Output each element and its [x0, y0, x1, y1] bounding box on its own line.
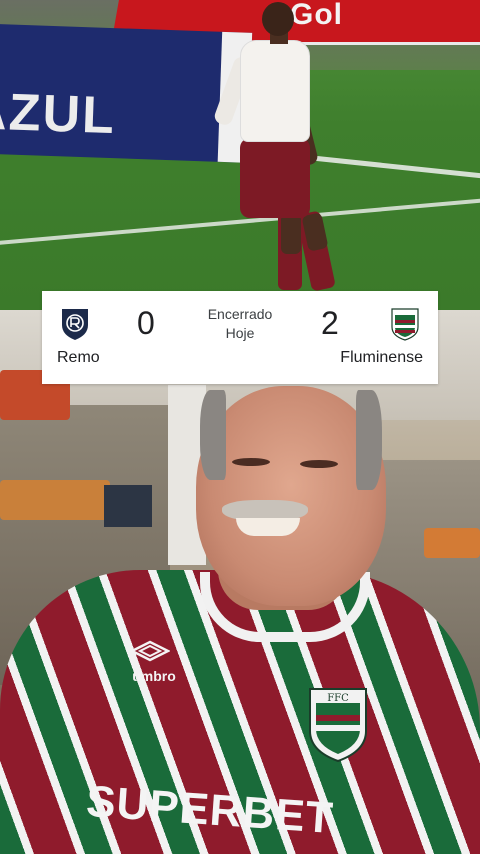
market-bin [104, 485, 152, 527]
match-video-frame: Gol AZUL [0, 0, 480, 310]
player-shorts [240, 138, 310, 218]
advertising-board-text: Gol [290, 0, 343, 31]
player-leg-skin [281, 214, 301, 254]
away-score: 2 [321, 305, 339, 341]
fan-smile [236, 518, 300, 536]
player-shirt [240, 40, 310, 142]
fluminense-crest-icon [391, 308, 419, 341]
umbro-logo-icon [130, 640, 170, 662]
jersey-brand-text: umbro [132, 668, 176, 684]
match-scoreboard-card[interactable]: 0 Remo Encerrado Hoje 2 Fluminense [42, 291, 438, 384]
remo-crest-icon [62, 309, 88, 340]
svg-text:FFC: FFC [327, 693, 349, 704]
fan-video-frame: umbro FFC SUPERBET [0, 310, 480, 854]
advertising-board-blue: AZUL [0, 23, 253, 163]
home-score: 0 [137, 305, 155, 341]
fan-eye [300, 460, 338, 468]
fluminense-crest-icon: FFC [309, 688, 367, 763]
match-status: Encerrado [207, 306, 273, 322]
fan-hair [356, 390, 382, 490]
fan-hair [200, 390, 226, 480]
home-team-name: Remo [57, 349, 100, 366]
away-team-name: Fluminense [340, 349, 423, 366]
fan-eye [232, 458, 270, 466]
player-head [262, 2, 294, 36]
match-date: Hoje [225, 325, 255, 341]
fruit-crates [0, 480, 110, 520]
fruit-crates [424, 528, 480, 558]
advertising-board-text: AZUL [0, 82, 117, 146]
